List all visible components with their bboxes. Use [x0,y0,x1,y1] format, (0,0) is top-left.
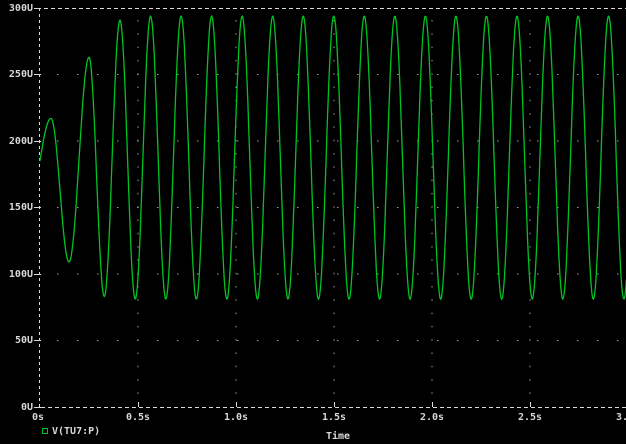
x-axis-title: Time [326,431,350,442]
x-tick-label: 3.0s [616,412,626,423]
x-tick-label: 2.0s [420,412,444,423]
x-tick-label: 0s [32,412,44,423]
waveform-trace [40,16,626,299]
y-tick-label: 50U [0,335,33,346]
y-tick-label: 250U [0,69,33,80]
y-tick-label: 0U [0,402,33,413]
trace-marker-icon [42,428,48,434]
y-tick-label: 200U [0,136,33,147]
y-tick-label: 100U [0,269,33,280]
x-tick-label: 2.5s [518,412,542,423]
x-tick-label: 0.5s [126,412,150,423]
probe-plot-window: { "colors": { "background": "#000000", "… [0,0,626,444]
y-tick-label: 150U [0,202,33,213]
x-tick-label: 1.5s [322,412,346,423]
x-tick-label: 1.0s [224,412,248,423]
legend-series-label: V(TU7:P) [52,426,100,437]
plot-area [0,0,626,444]
y-tick-label: 300U [0,3,33,14]
grid-dotted [57,20,626,404]
